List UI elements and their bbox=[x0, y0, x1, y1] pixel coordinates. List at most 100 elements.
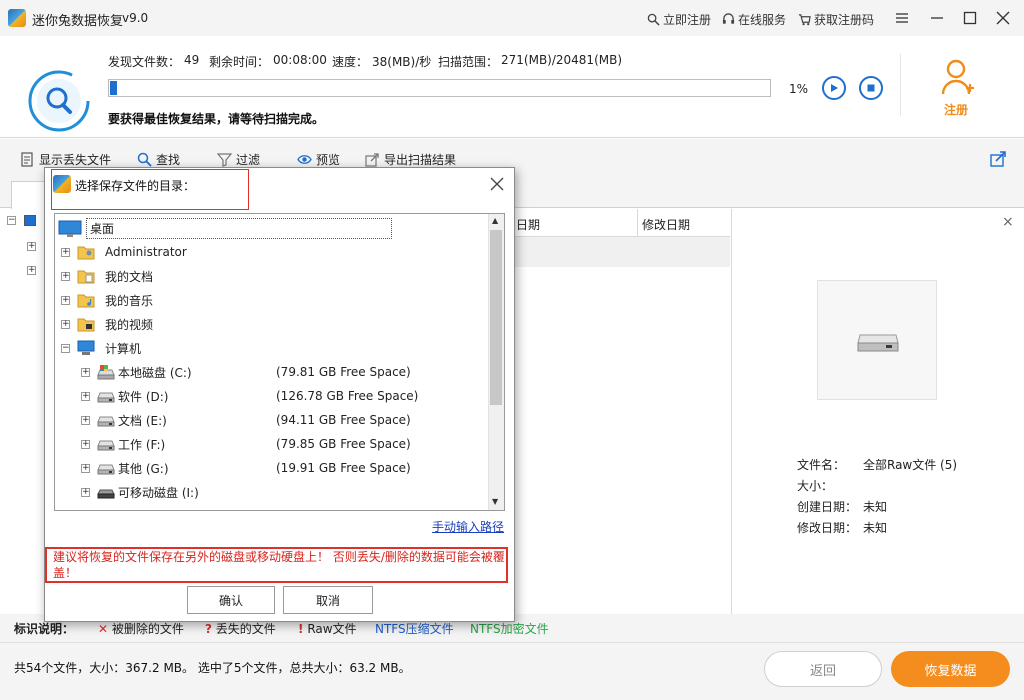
scroll-up-icon[interactable]: ▲ bbox=[492, 216, 498, 225]
tree-node-drive-i[interactable]: + 可移动磁盘 (I:) bbox=[81, 480, 276, 504]
hard-drive-icon bbox=[97, 464, 115, 475]
tree-expander[interactable]: + bbox=[27, 242, 36, 251]
speed-label: 速度： bbox=[332, 55, 369, 69]
tree-node-computer[interactable]: − 计算机 bbox=[61, 336, 141, 360]
expand-icon[interactable]: + bbox=[61, 319, 70, 329]
filter-button[interactable]: 过滤 bbox=[217, 151, 260, 168]
tree-expander[interactable]: − bbox=[7, 216, 16, 225]
close-button[interactable] bbox=[991, 6, 1015, 30]
scan-range-value: 271(MB)/20481(MB) bbox=[501, 53, 623, 67]
tree-node-drive-c[interactable]: + 本地磁盘 (C:) (79.81 GB Free Space) bbox=[81, 360, 411, 384]
close-preview-icon[interactable]: × bbox=[1002, 214, 1014, 230]
table-row[interactable] bbox=[508, 237, 730, 267]
detail-name-label: 文件名： bbox=[797, 458, 846, 472]
column-created-date[interactable]: 日期 bbox=[516, 216, 540, 233]
scan-progress-fill bbox=[110, 81, 117, 95]
file-summary: 共54个文件，大小：367.2 MB。 选中了5个文件，总共大小：63.2 MB… bbox=[14, 661, 411, 675]
expand-icon[interactable]: + bbox=[81, 439, 90, 449]
column-modified-date[interactable]: 修改日期 bbox=[642, 216, 690, 233]
online-service-link[interactable]: 在线服务 bbox=[722, 11, 786, 28]
expand-icon[interactable]: + bbox=[81, 487, 90, 497]
scroll-down-icon[interactable]: ▼ bbox=[492, 497, 498, 506]
scan-magnifier-icon bbox=[28, 70, 90, 132]
register-divider bbox=[900, 54, 901, 116]
register-user-icon[interactable] bbox=[941, 58, 975, 96]
register-button[interactable]: 注册 bbox=[944, 101, 968, 118]
eye-icon bbox=[297, 155, 312, 164]
detail-created-label: 创建日期： bbox=[797, 500, 858, 514]
get-code-link[interactable]: 获取注册码 bbox=[798, 11, 874, 28]
minimize-icon bbox=[931, 17, 943, 19]
tree-node-drive-f[interactable]: + 工作 (F:) (79.85 GB Free Space) bbox=[81, 432, 411, 456]
expand-icon[interactable]: + bbox=[61, 295, 70, 305]
found-files-label: 发现文件数： bbox=[108, 55, 181, 69]
documents-folder-icon bbox=[77, 270, 95, 284]
scrollbar-thumb[interactable] bbox=[490, 230, 502, 405]
root-checkbox[interactable] bbox=[24, 215, 36, 226]
legend-ntfs-encrypted: NTFS加密文件 bbox=[470, 622, 549, 636]
scan-range-label: 扫描范围： bbox=[438, 55, 499, 69]
tree-node-drive-g[interactable]: + 其他 (G:) (19.91 GB Free Space) bbox=[81, 456, 411, 480]
tree-expander[interactable]: + bbox=[27, 266, 36, 275]
expand-icon[interactable]: + bbox=[61, 271, 70, 281]
scan-tip: 要获得最佳恢复结果，请等待扫描完成。 bbox=[108, 112, 325, 126]
menu-button[interactable] bbox=[890, 6, 914, 30]
manual-path-link[interactable]: 手动输入路径 bbox=[432, 518, 504, 535]
legend-lost: ? 丢失的文件 bbox=[205, 622, 276, 636]
tree-node-music[interactable]: + 我的音乐 bbox=[61, 288, 153, 312]
minimize-button[interactable] bbox=[925, 6, 949, 30]
cancel-button[interactable]: 取消 bbox=[283, 586, 373, 614]
video-folder-icon bbox=[77, 318, 95, 332]
cart-icon bbox=[798, 14, 811, 26]
hamburger-icon bbox=[896, 13, 908, 23]
app-version: v9.0 bbox=[122, 11, 149, 25]
preview-button[interactable]: 预览 bbox=[297, 151, 340, 168]
directory-tree[interactable]: 桌面 + Administrator + 我的文档 + 我的音乐 + 我的视频 … bbox=[54, 213, 505, 511]
file-table-header bbox=[508, 209, 730, 237]
maximize-icon bbox=[963, 11, 977, 25]
find-button[interactable]: 查找 bbox=[137, 151, 180, 168]
progress-percent: 1% bbox=[789, 82, 809, 96]
recover-data-button[interactable]: 恢复数据 bbox=[891, 651, 1010, 687]
export-results-button[interactable]: 导出扫描结果 bbox=[365, 151, 456, 168]
tab-path[interactable] bbox=[11, 181, 47, 209]
hard-drive-icon bbox=[97, 440, 115, 451]
file-list-icon bbox=[21, 152, 33, 167]
music-folder-icon bbox=[77, 294, 95, 308]
preview-panel bbox=[731, 209, 1024, 614]
share-icon[interactable] bbox=[990, 150, 1007, 167]
close-icon bbox=[996, 11, 1010, 25]
expand-icon[interactable]: + bbox=[81, 463, 90, 473]
maximize-button[interactable] bbox=[958, 6, 982, 30]
tree-node-drive-e[interactable]: + 文档 (E:) (94.11 GB Free Space) bbox=[81, 408, 411, 432]
remaining-time-value: 00:08:00 bbox=[273, 53, 327, 67]
dialog-close-icon[interactable] bbox=[488, 175, 506, 193]
tree-node-administrator[interactable]: + Administrator bbox=[61, 240, 187, 264]
tree-node-documents[interactable]: + 我的文档 bbox=[61, 264, 153, 288]
expand-icon[interactable]: + bbox=[81, 367, 90, 377]
back-button[interactable]: 返回 bbox=[764, 651, 882, 687]
export-icon bbox=[365, 153, 379, 167]
expand-icon[interactable]: + bbox=[81, 415, 90, 425]
detail-name-value: 全部Raw文件 (5) bbox=[863, 458, 958, 472]
detail-size-label: 大小： bbox=[797, 479, 834, 493]
scan-progress-bar bbox=[108, 79, 771, 97]
tree-node-drive-d[interactable]: + 软件 (D:) (126.78 GB Free Space) bbox=[81, 384, 418, 408]
expand-icon[interactable]: + bbox=[81, 391, 90, 401]
column-divider[interactable] bbox=[637, 209, 638, 237]
user-folder-icon bbox=[77, 246, 95, 260]
filter-icon bbox=[217, 153, 232, 167]
expand-icon[interactable]: + bbox=[61, 247, 70, 257]
stop-button[interactable] bbox=[859, 76, 883, 100]
lost-mark-icon: ? bbox=[205, 622, 212, 636]
register-now-link[interactable]: 立即注册 bbox=[647, 11, 711, 28]
tree-node-videos[interactable]: + 我的视频 bbox=[61, 312, 153, 336]
warning-text: 建议将恢复的文件保存在另外的磁盘或移动硬盘上！ 否则丢失/删除的数据可能会被覆盖… bbox=[53, 550, 505, 580]
collapse-icon[interactable]: − bbox=[61, 343, 70, 353]
resume-button[interactable] bbox=[822, 76, 846, 100]
file-preview-thumbnail bbox=[817, 280, 937, 400]
show-lost-files-button[interactable]: 显示丢失文件 bbox=[20, 151, 111, 168]
key-search-icon bbox=[647, 13, 660, 26]
ok-button[interactable]: 确认 bbox=[187, 586, 275, 614]
tree-node-desktop[interactable]: 桌面 bbox=[58, 216, 392, 240]
